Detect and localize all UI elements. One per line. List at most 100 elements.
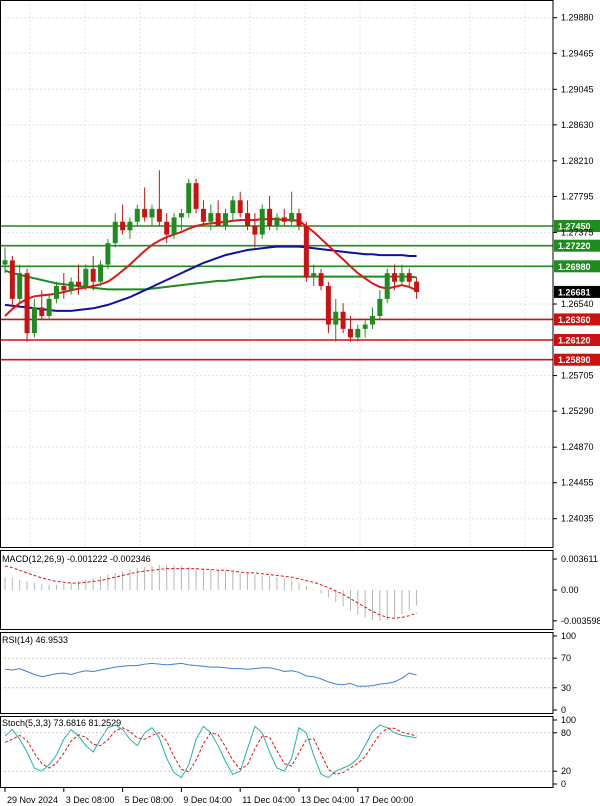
macd-tick-label: 0.003611 bbox=[561, 554, 598, 564]
stoch-tick-label: 100 bbox=[561, 715, 576, 725]
candle-body bbox=[120, 221, 126, 231]
candle-body bbox=[325, 286, 331, 325]
level-label: 1.26120 bbox=[558, 336, 591, 346]
candle-body bbox=[149, 208, 155, 218]
candle-body bbox=[164, 221, 170, 235]
level-label: 1.27220 bbox=[558, 241, 591, 251]
candle-body bbox=[98, 264, 104, 282]
candle-body bbox=[193, 183, 199, 209]
candle-body bbox=[31, 307, 37, 334]
rsi-title: RSI(14) 46.9533 bbox=[2, 635, 68, 645]
candle bbox=[24, 268, 30, 342]
stoch-tick-label: 20 bbox=[561, 766, 571, 776]
candle-body bbox=[347, 328, 353, 338]
time-tick-label: 3 Dec 08:00 bbox=[66, 795, 115, 805]
macd-title: MACD(12,26,9) -0.001222 -0.002346 bbox=[2, 554, 151, 564]
candle-body bbox=[215, 213, 221, 226]
candle bbox=[105, 238, 111, 269]
candle-body bbox=[68, 281, 74, 291]
candle-body bbox=[127, 221, 133, 231]
time-tick-label: 5 Dec 08:00 bbox=[125, 795, 174, 805]
current-price-label: 1.26681 bbox=[558, 287, 591, 297]
price-tick-label: 1.28630 bbox=[561, 120, 594, 130]
candle-body bbox=[289, 213, 295, 222]
candle-body bbox=[252, 226, 258, 235]
candle-body bbox=[112, 221, 118, 244]
candle-body bbox=[186, 183, 192, 214]
candle-body bbox=[39, 307, 45, 316]
candle bbox=[193, 178, 199, 214]
candle-body bbox=[105, 243, 111, 265]
price-tick-label: 1.29880 bbox=[561, 13, 594, 23]
candle-body bbox=[414, 281, 420, 292]
stoch-title: Stoch(5,3,3) 73.6816 81.2529 bbox=[2, 718, 121, 728]
forex-chart: 1.274501.272201.269801.263601.261201.258… bbox=[0, 0, 600, 806]
candle-body bbox=[406, 273, 412, 282]
rsi-tick-label: 100 bbox=[561, 631, 576, 641]
candle-body bbox=[208, 213, 214, 222]
rsi-tick-label: 70 bbox=[561, 653, 571, 663]
candle-body bbox=[17, 273, 23, 299]
candle-body bbox=[24, 273, 30, 334]
candle-body bbox=[9, 260, 15, 299]
candle-body bbox=[142, 208, 148, 218]
macd-tick-label: -0.003598 bbox=[561, 616, 600, 626]
candle-body bbox=[46, 298, 52, 316]
price-tick-label: 1.26540 bbox=[561, 299, 594, 309]
time-tick-label: 29 Nov 2024 bbox=[7, 795, 58, 805]
candle-body bbox=[392, 273, 398, 282]
macd-tick-label: 0.00 bbox=[561, 585, 579, 595]
candle bbox=[186, 178, 192, 218]
time-tick-label: 11 Dec 04:00 bbox=[242, 795, 295, 805]
candle-body bbox=[134, 208, 140, 222]
price-tick-label: 1.27375 bbox=[561, 227, 594, 237]
candle-body bbox=[340, 311, 346, 329]
candle-body bbox=[267, 208, 273, 226]
price-tick-label: 1.29045 bbox=[561, 84, 594, 94]
price-tick-label: 1.24035 bbox=[561, 514, 594, 524]
level-label: 1.26360 bbox=[558, 315, 591, 325]
price-tick-label: 1.27795 bbox=[561, 191, 594, 201]
candle-body bbox=[318, 273, 324, 286]
candle-body bbox=[370, 316, 375, 325]
candle-body bbox=[156, 208, 162, 222]
candle bbox=[303, 221, 309, 282]
candle-body bbox=[2, 260, 8, 265]
stoch-tick-label: 80 bbox=[561, 728, 571, 738]
candle-body bbox=[76, 281, 81, 286]
candle bbox=[384, 268, 390, 304]
rsi-tick-label: 0 bbox=[561, 705, 566, 715]
candle-body bbox=[171, 217, 177, 235]
candle-body bbox=[178, 213, 184, 218]
candle-body bbox=[399, 273, 405, 282]
price-tick-label: 1.29465 bbox=[561, 48, 594, 58]
candle-body bbox=[296, 213, 302, 226]
candle-body bbox=[274, 217, 280, 226]
candle-body bbox=[53, 286, 59, 299]
price-tick-label: 1.25705 bbox=[561, 371, 594, 381]
rsi-tick-label: 30 bbox=[561, 683, 571, 693]
candle-body bbox=[362, 324, 368, 329]
candle-body bbox=[223, 213, 228, 226]
candle-body bbox=[377, 298, 383, 316]
candle-body bbox=[90, 268, 96, 282]
candle-body bbox=[311, 273, 317, 278]
price-tick-label: 1.24870 bbox=[561, 442, 594, 452]
candle-body bbox=[333, 311, 339, 325]
time-tick-label: 17 Dec 00:00 bbox=[360, 795, 414, 805]
candle-body bbox=[61, 286, 67, 291]
candle-body bbox=[303, 226, 309, 278]
level-label: 1.25890 bbox=[558, 355, 591, 365]
candle bbox=[259, 204, 265, 239]
candle-body bbox=[259, 208, 265, 235]
candle-body bbox=[200, 208, 206, 222]
time-tick-label: 9 Dec 04:00 bbox=[183, 795, 232, 805]
candle-body bbox=[281, 217, 287, 222]
candle-body bbox=[83, 268, 89, 286]
level-label: 1.26980 bbox=[558, 262, 591, 272]
time-tick-label: 13 Dec 04:00 bbox=[301, 795, 355, 805]
price-tick-label: 1.25290 bbox=[561, 406, 594, 416]
stoch-tick-label: 0 bbox=[561, 779, 566, 789]
candle-body bbox=[230, 200, 236, 214]
candle-body bbox=[245, 213, 251, 226]
